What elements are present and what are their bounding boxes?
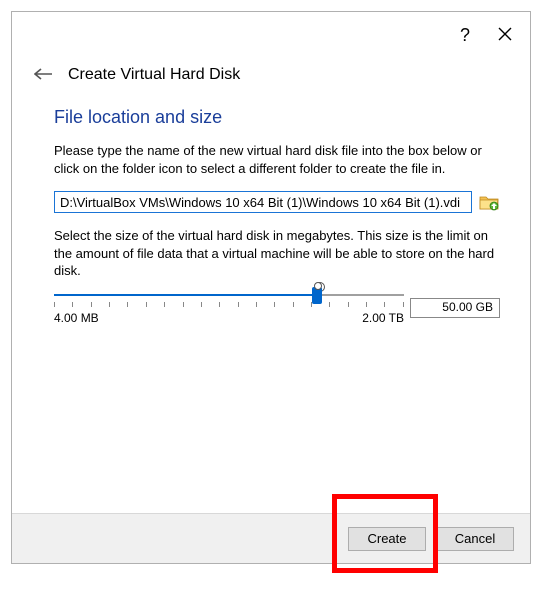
path-row (54, 191, 500, 213)
location-help-text: Please type the name of the new virtual … (54, 142, 500, 177)
content-area: Please type the name of the new virtual … (12, 142, 530, 513)
header-title: Create Virtual Hard Disk (68, 66, 240, 84)
slider-min-label: 4.00 MB (54, 311, 99, 325)
slider-max-label: 2.00 TB (362, 311, 404, 325)
browse-folder-icon[interactable] (478, 191, 500, 213)
create-button[interactable]: Create (348, 527, 426, 551)
header: Create Virtual Hard Disk (12, 58, 530, 95)
slider-labels: 4.00 MB 2.00 TB (54, 311, 404, 325)
close-icon[interactable] (498, 26, 512, 44)
size-help-text: Select the size of the virtual hard disk… (54, 227, 500, 280)
action-bar: Create Cancel (12, 513, 530, 563)
slider-ticks (54, 302, 404, 308)
subtitle: File location and size (12, 95, 530, 142)
slider-fill (54, 294, 316, 296)
create-vhd-dialog: ? Create Virtual Hard Disk File location… (11, 11, 531, 564)
help-icon[interactable]: ? (460, 26, 470, 44)
titlebar: ? (12, 12, 530, 58)
slider-thumb[interactable] (312, 287, 322, 304)
back-arrow-icon[interactable] (34, 64, 52, 85)
file-path-input[interactable] (54, 191, 472, 213)
size-slider-area: 4.00 MB 2.00 TB 50.00 GB (54, 294, 500, 325)
size-value-box[interactable]: 50.00 GB (410, 298, 500, 318)
size-slider[interactable] (54, 294, 404, 296)
cancel-button[interactable]: Cancel (436, 527, 514, 551)
